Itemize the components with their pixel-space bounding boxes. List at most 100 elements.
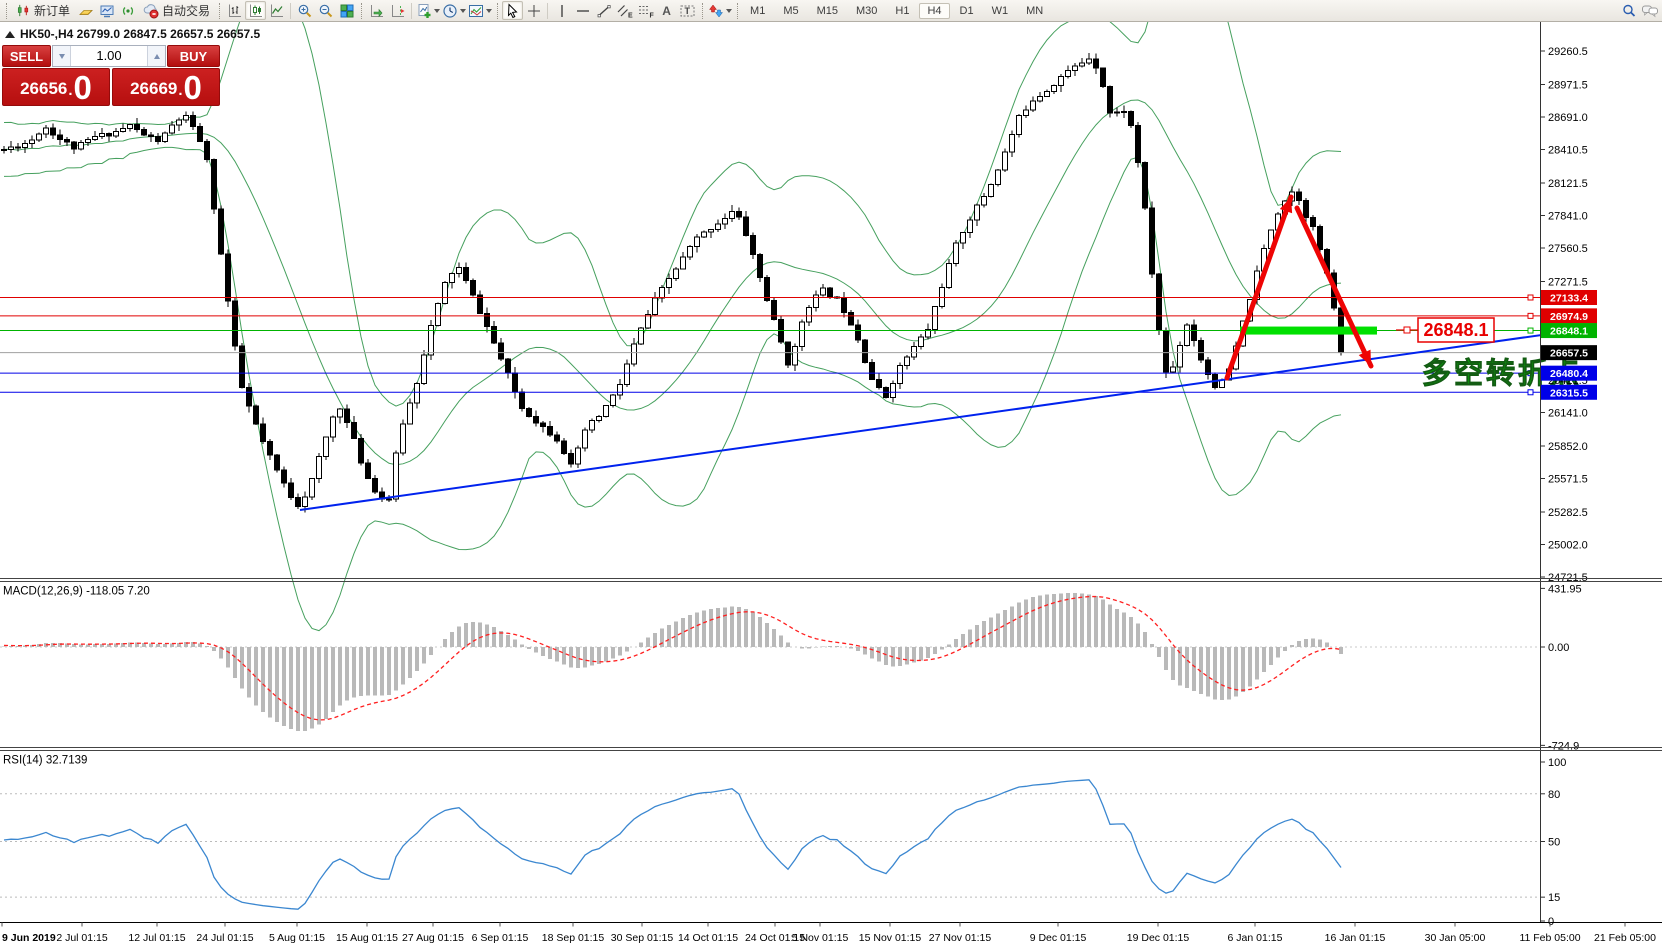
zoom-in-button[interactable] (294, 1, 315, 20)
text-label-tool-button[interactable]: T (677, 1, 698, 20)
terminal-button[interactable] (96, 1, 117, 20)
buy-price-frac: 0 (184, 71, 202, 104)
buy-label: BUY (180, 49, 207, 64)
buy-price-button[interactable]: 26669.0 (112, 68, 220, 106)
bar-chart-button[interactable] (224, 1, 245, 20)
svg-text:431.95: 431.95 (1548, 583, 1582, 595)
line-chart-icon (269, 3, 285, 19)
template-button[interactable] (467, 1, 493, 20)
chart-shift-button[interactable] (387, 1, 408, 20)
svg-text:24 Jul 01:15: 24 Jul 01:15 (196, 932, 253, 944)
svg-text:27 Nov 01:15: 27 Nov 01:15 (929, 932, 992, 944)
market-watch-button[interactable] (75, 1, 96, 20)
signals-button[interactable] (117, 1, 138, 20)
vertical-line-tool-button[interactable] (551, 1, 572, 20)
toolbar-grip[interactable] (737, 3, 738, 19)
candlestick-chart-button[interactable] (245, 1, 266, 20)
text-tool-button[interactable]: A (656, 1, 677, 20)
new-order-button[interactable]: 新订单 (11, 1, 75, 20)
toolbar-grip[interactable] (219, 3, 220, 19)
timeframe-button-M30[interactable]: M30 (848, 3, 885, 19)
svg-text:14 Oct 01:15: 14 Oct 01:15 (678, 932, 738, 944)
trendline-tool-button[interactable] (593, 1, 614, 20)
autotrading-icon (143, 3, 159, 19)
sell-button[interactable]: SELL (2, 45, 51, 67)
svg-text:50: 50 (1548, 837, 1560, 849)
toolbar-grip[interactable] (497, 3, 498, 19)
line-chart-button[interactable] (266, 1, 287, 20)
arrows-tool-button[interactable] (707, 1, 733, 20)
svg-text:29260.5: 29260.5 (1548, 46, 1588, 58)
svg-text:25002.0: 25002.0 (1548, 539, 1588, 551)
equidistant-channel-tool-button[interactable]: E (614, 1, 635, 20)
svg-text:15 Nov 01:15: 15 Nov 01:15 (859, 932, 922, 944)
chat-button[interactable] (1639, 1, 1660, 20)
tile-windows-button[interactable] (336, 1, 357, 20)
crosshair-icon (526, 3, 542, 19)
volume-decrease-button[interactable] (53, 46, 71, 66)
timeframe-button-M5[interactable]: M5 (775, 3, 806, 19)
crosshair-tool-button[interactable] (523, 1, 544, 20)
svg-text:11 Feb 05:00: 11 Feb 05:00 (1519, 932, 1580, 944)
one-click-trading-panel: SELL 1.00 BUY 26656.0 26669.0 (2, 45, 220, 106)
svg-text:26848.1: 26848.1 (1423, 320, 1488, 340)
timeframe-button-MN[interactable]: MN (1018, 3, 1051, 19)
label-icon: T (679, 3, 696, 19)
autotrading-label: 自动交易 (162, 2, 210, 19)
vertical-line-icon (554, 3, 570, 19)
timeframe-button-W1[interactable]: W1 (984, 3, 1017, 19)
chart-area[interactable]: 26848.1多空转折点29260.528971.528691.028410.5… (0, 0, 1662, 947)
collapse-arrow-icon[interactable] (5, 31, 15, 38)
triangle-down-icon (59, 54, 65, 59)
timeframe-button-M1[interactable]: M1 (742, 3, 773, 19)
period-button[interactable] (441, 1, 467, 20)
toolbar-grip[interactable] (702, 3, 703, 19)
svg-text:25571.5: 25571.5 (1548, 473, 1588, 485)
zoom-out-button[interactable] (315, 1, 336, 20)
svg-text:26480.4: 26480.4 (1550, 368, 1588, 380)
sell-price-button[interactable]: 26656.0 (2, 68, 110, 106)
clock-icon (442, 3, 458, 19)
sell-label: SELL (10, 49, 43, 64)
text-tool-letter: A (662, 4, 671, 18)
svg-text:26141.0: 26141.0 (1548, 408, 1588, 420)
svg-text:100: 100 (1548, 757, 1566, 769)
svg-text:18 Sep 01:15: 18 Sep 01:15 (542, 932, 605, 944)
cursor-tool-button[interactable] (502, 1, 523, 20)
chevron-down-icon (460, 9, 466, 13)
timeframe-button-H4[interactable]: H4 (919, 3, 949, 19)
volume-increase-button[interactable] (147, 46, 165, 66)
tile-windows-icon (339, 3, 355, 19)
svg-text:30 Jan 05:00: 30 Jan 05:00 (1425, 932, 1486, 944)
timeframe-button-D1[interactable]: D1 (952, 3, 982, 19)
svg-text:30 Sep 01:15: 30 Sep 01:15 (611, 932, 674, 944)
auto-scroll-button[interactable] (366, 1, 387, 20)
add-indicator-button[interactable] (415, 1, 441, 20)
svg-text:27560.5: 27560.5 (1548, 243, 1588, 255)
buy-button[interactable]: BUY (167, 45, 220, 67)
horizontal-line-icon (575, 3, 591, 19)
triangle-up-icon (154, 54, 160, 59)
toolbar: 新订单 自动交易 (0, 0, 1662, 22)
arrows-icon (708, 3, 724, 19)
gold-icon (78, 3, 94, 19)
svg-text:26315.5: 26315.5 (1550, 387, 1588, 399)
svg-text:E: E (628, 12, 633, 19)
horizontal-line-tool-button[interactable] (572, 1, 593, 20)
toolbar-grip[interactable] (6, 3, 7, 19)
toolbar-grip[interactable] (361, 3, 362, 19)
timeframe-button-M15[interactable]: M15 (809, 3, 846, 19)
volume-value[interactable]: 1.00 (71, 46, 147, 66)
svg-text:16 Jan 01:15: 16 Jan 01:15 (1325, 932, 1386, 944)
autotrading-button[interactable]: 自动交易 (138, 1, 215, 20)
svg-text:25852.0: 25852.0 (1548, 441, 1588, 453)
timeframe-button-H1[interactable]: H1 (887, 3, 917, 19)
svg-text:2 Jul 01:15: 2 Jul 01:15 (56, 932, 108, 944)
fibonacci-tool-button[interactable]: F (635, 1, 656, 20)
bar-chart-icon (227, 3, 243, 19)
svg-text:28121.5: 28121.5 (1548, 178, 1588, 190)
symbol-info-line: HK50-,H4 26799.0 26847.5 26657.5 26657.5 (5, 27, 260, 41)
search-button[interactable] (1618, 1, 1639, 20)
buy-price-int: 26669 (130, 74, 177, 104)
buy-price-dot: . (178, 78, 182, 104)
